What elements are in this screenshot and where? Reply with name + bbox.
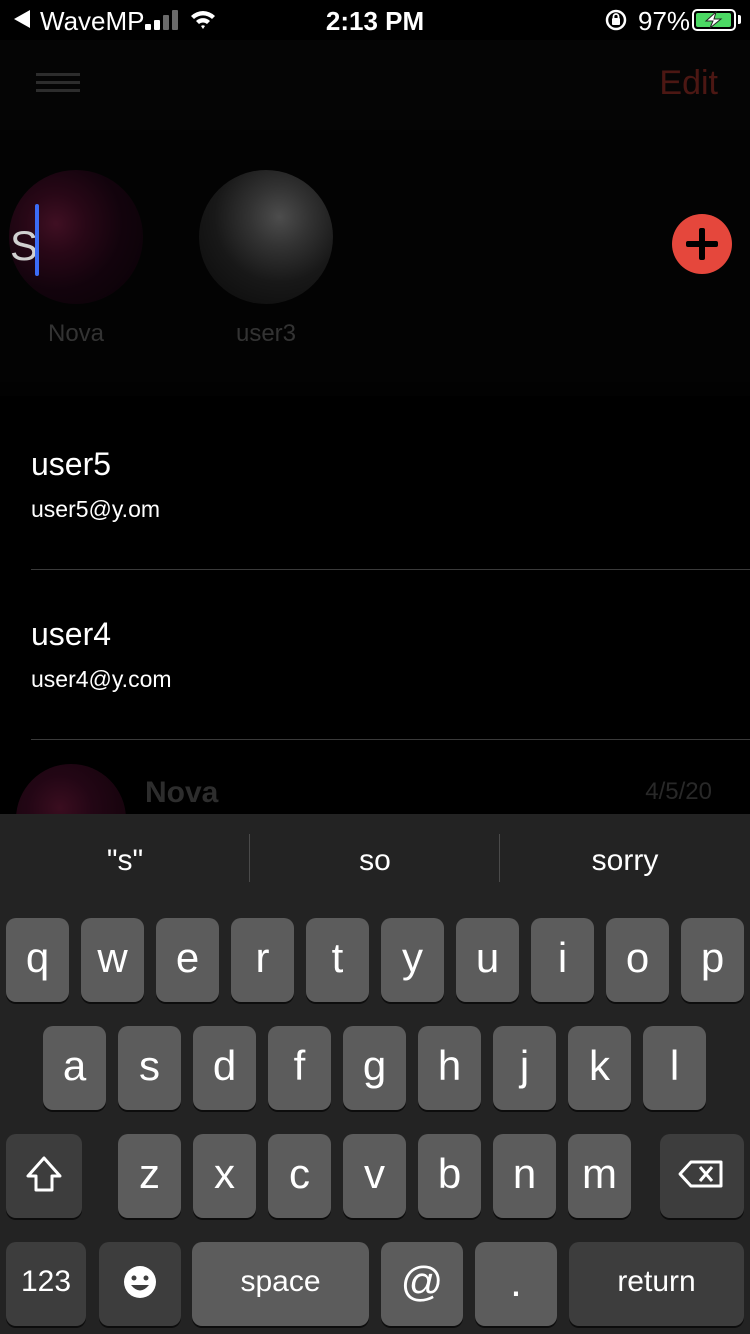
key-a[interactable]: a xyxy=(43,1026,106,1110)
return-key[interactable]: return xyxy=(569,1242,744,1326)
suggestion-item[interactable]: sorry xyxy=(500,844,750,878)
status-bar: WaveMP 2:13 PM 97% xyxy=(0,0,750,40)
result-email: user4@y.com xyxy=(31,666,172,692)
battery-icon xyxy=(692,9,736,31)
numbers-key[interactable]: 123 xyxy=(6,1242,86,1326)
key-r[interactable]: r xyxy=(231,918,294,1002)
result-name: user5 xyxy=(31,446,112,482)
orientation-lock-icon xyxy=(605,9,627,31)
result-name: user4 xyxy=(31,616,112,652)
result-email: user5@y.om xyxy=(31,496,161,522)
at-key[interactable]: @ xyxy=(381,1242,463,1326)
key-e[interactable]: e xyxy=(156,918,219,1002)
chat-name: Nova xyxy=(145,776,219,809)
story-strip: Nova user3 xyxy=(0,130,750,382)
plus-icon[interactable] xyxy=(672,214,732,274)
suggestion-item[interactable]: "s" xyxy=(0,844,250,878)
key-v[interactable]: v xyxy=(343,1134,406,1218)
charging-bolt-icon xyxy=(704,11,723,29)
battery-tip xyxy=(738,15,741,24)
search-result-item[interactable]: user5 user5@y.om xyxy=(0,400,750,570)
key-n[interactable]: n xyxy=(493,1134,556,1218)
key-h[interactable]: h xyxy=(418,1026,481,1110)
key-i[interactable]: i xyxy=(531,918,594,1002)
battery-percent: 97% xyxy=(638,6,691,36)
story-item[interactable]: user3 xyxy=(196,170,336,348)
key-d[interactable]: d xyxy=(193,1026,256,1110)
space-key[interactable]: space xyxy=(192,1242,369,1326)
key-t[interactable]: t xyxy=(306,918,369,1002)
search-result-item[interactable]: user4 user4@y.com xyxy=(0,570,750,740)
delete-icon[interactable] xyxy=(660,1134,744,1218)
shift-icon[interactable] xyxy=(6,1134,82,1218)
key-q[interactable]: q xyxy=(6,918,69,1002)
key-z[interactable]: z xyxy=(118,1134,181,1218)
divider xyxy=(31,739,750,740)
story-name: user3 xyxy=(235,320,297,347)
suggestion-bar: "s" so sorry xyxy=(0,814,750,914)
app-screen: WaveMP 2:13 PM 97% Edit Nova user3 Nova … xyxy=(0,0,750,1334)
key-o[interactable]: o xyxy=(606,918,669,1002)
key-m[interactable]: m xyxy=(568,1134,631,1218)
key-c[interactable]: c xyxy=(268,1134,331,1218)
edit-button[interactable]: Edit xyxy=(659,64,718,103)
key-s[interactable]: s xyxy=(118,1026,181,1110)
key-f[interactable]: f xyxy=(268,1026,331,1110)
text-cursor xyxy=(35,204,39,276)
key-k[interactable]: k xyxy=(568,1026,631,1110)
key-p[interactable]: p xyxy=(681,918,744,1002)
navigation-bar: Edit xyxy=(0,40,750,130)
emoji-icon[interactable] xyxy=(99,1242,181,1326)
section-divider xyxy=(0,382,750,396)
chat-date: 4/5/20 xyxy=(645,778,712,805)
period-key[interactable]: . xyxy=(475,1242,557,1326)
key-u[interactable]: u xyxy=(456,918,519,1002)
keyboard: "s" so sorry qwertyuiop asdfghjkl zxcvbn… xyxy=(0,814,750,1334)
chat-list-item[interactable]: Nova 4/5/20 xyxy=(0,740,750,874)
story-name: Nova xyxy=(47,320,105,347)
key-l[interactable]: l xyxy=(643,1026,706,1110)
search-input[interactable]: S xyxy=(10,222,38,270)
key-g[interactable]: g xyxy=(343,1026,406,1110)
key-j[interactable]: j xyxy=(493,1026,556,1110)
key-y[interactable]: y xyxy=(381,918,444,1002)
avatar xyxy=(199,170,333,304)
key-b[interactable]: b xyxy=(418,1134,481,1218)
hamburger-menu-icon[interactable] xyxy=(36,73,80,93)
suggestion-item[interactable]: so xyxy=(250,844,500,878)
key-w[interactable]: w xyxy=(81,918,144,1002)
key-x[interactable]: x xyxy=(193,1134,256,1218)
